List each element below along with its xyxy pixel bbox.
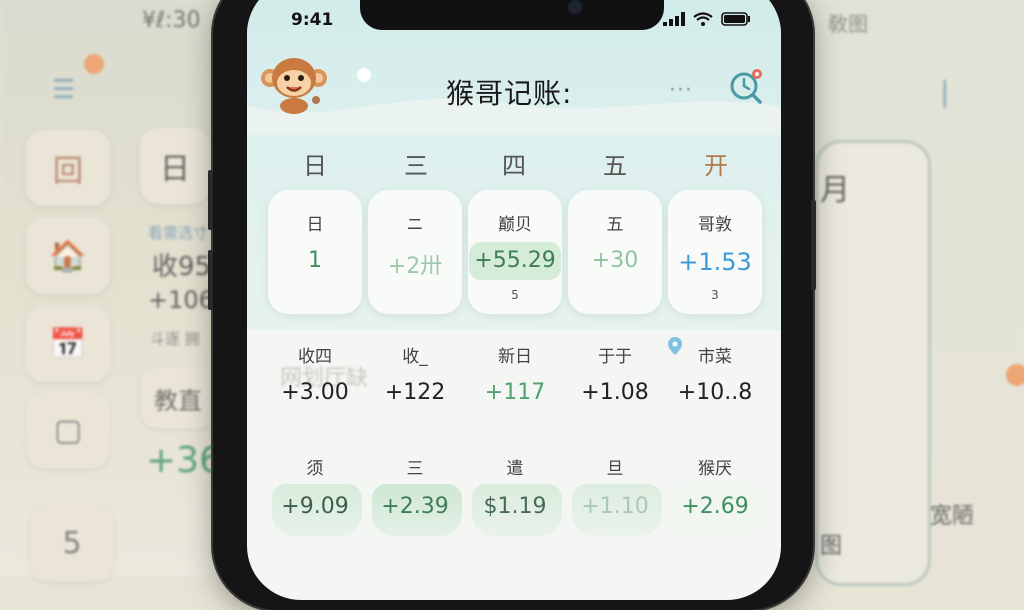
background-tile-five: 5 (30, 505, 114, 581)
row3-label-5: 猴厌 (698, 459, 732, 479)
monkey-avatar-icon[interactable] (260, 52, 328, 114)
weekday-3: 四 (502, 152, 526, 180)
background-month: 月 (820, 173, 850, 208)
day-label: ニ (406, 215, 424, 235)
background-right-bar-icon: | (940, 75, 950, 108)
row2-amount-4[interactable]: +1.08 (568, 380, 662, 405)
background-badge (84, 54, 104, 74)
row2-amount-3[interactable]: +117 (468, 380, 562, 405)
status-time: 9:41 (291, 10, 334, 30)
row2-amount-1[interactable]: +3.00 (268, 380, 362, 405)
row3-amount-4[interactable]: +1.10 (568, 494, 662, 519)
status-icons (663, 12, 751, 26)
background-day-tile: 日 (140, 128, 210, 204)
day-label: 巅贝 (498, 215, 532, 235)
row3-amount-2[interactable]: +2.39 (368, 494, 462, 519)
day-label: 哥敦 (698, 215, 732, 235)
page-title: 猴哥记账: (446, 77, 573, 110)
day-count: 5 (511, 288, 519, 302)
background-amount-2: +106 (148, 286, 214, 314)
row2-label-3: 新日 (498, 347, 532, 367)
background-right-text-1: 宽陋 (930, 504, 975, 529)
clock-search-icon[interactable] (727, 66, 767, 106)
day-amount: +30 (591, 248, 639, 273)
day-label: 日 (306, 215, 324, 235)
background-tile-box: ▢ (26, 392, 110, 468)
phone-power-button (811, 200, 816, 290)
row3-label-3: 遣 (506, 459, 524, 479)
background-right-text-2: 图 (820, 534, 843, 559)
row3-amount-3[interactable]: $1.19 (468, 494, 562, 519)
battery-icon (721, 12, 750, 26)
weekday-2: 三 (404, 152, 428, 180)
background-time: ¥ℓ:30 (142, 8, 201, 33)
phone-volume-button-2 (208, 250, 213, 310)
day-card-2[interactable]: ニ +2卅 (368, 190, 462, 314)
day-card-1[interactable]: 日 1 (268, 190, 362, 314)
day-card-3[interactable]: 巅贝 +55.29 5 (468, 190, 562, 314)
phone-notch (360, 0, 664, 30)
background-caption: 看需选寸 (148, 224, 209, 242)
day-card-4[interactable]: 五 +30 (568, 190, 662, 314)
row3-label-1: 须 (306, 459, 324, 479)
background-right-badge (1006, 364, 1024, 386)
phone-volume-button (208, 170, 213, 230)
row3-amount-1[interactable]: +9.09 (268, 494, 362, 519)
weekday-sun: 日 (303, 152, 327, 180)
day-amount: +2卅 (387, 254, 443, 279)
day-amount: +1.53 (678, 248, 752, 276)
day-count: 3 (711, 288, 719, 302)
front-camera (568, 0, 582, 14)
background-amount-1: 收95 (152, 252, 212, 282)
weekday-4: 五 (603, 152, 627, 180)
signal-icon (663, 12, 685, 26)
background-status: 敎图 (828, 12, 868, 36)
row3-label-4: 旦 (606, 459, 624, 479)
decor-dot (357, 68, 371, 82)
row2-amount-2[interactable]: +122 (368, 380, 462, 405)
day-amount: 1 (308, 248, 322, 273)
more-button[interactable]: ··· (669, 78, 693, 103)
row2-label-2: 收_ (402, 347, 428, 367)
row2-label-4: 于于 (598, 347, 632, 367)
background-label-tile: 教直 (140, 368, 216, 428)
day-amount: +55.29 (474, 248, 556, 273)
wifi-icon (693, 12, 713, 26)
day-card-5[interactable]: 哥敦 +1.53 3 (668, 190, 762, 314)
row2-label-5: 市菜 (698, 347, 732, 367)
background-tile-home: 🏠 (26, 218, 110, 294)
background-tile-calendar: 回 (26, 130, 110, 206)
row3-amount-5[interactable]: +2.69 (668, 494, 762, 519)
background-caption-2: 斗逐 拥 (150, 330, 200, 348)
background-menu-icon: ☰ (52, 75, 76, 105)
background-tile-planner: 📅 (26, 306, 110, 382)
row3-label-2: 三 (406, 459, 424, 479)
day-label: 五 (606, 215, 624, 235)
background-amount-3: +36 (146, 440, 222, 481)
weekday-5: 开 (704, 152, 728, 180)
row2-amount-5[interactable]: +10..8 (668, 380, 762, 405)
